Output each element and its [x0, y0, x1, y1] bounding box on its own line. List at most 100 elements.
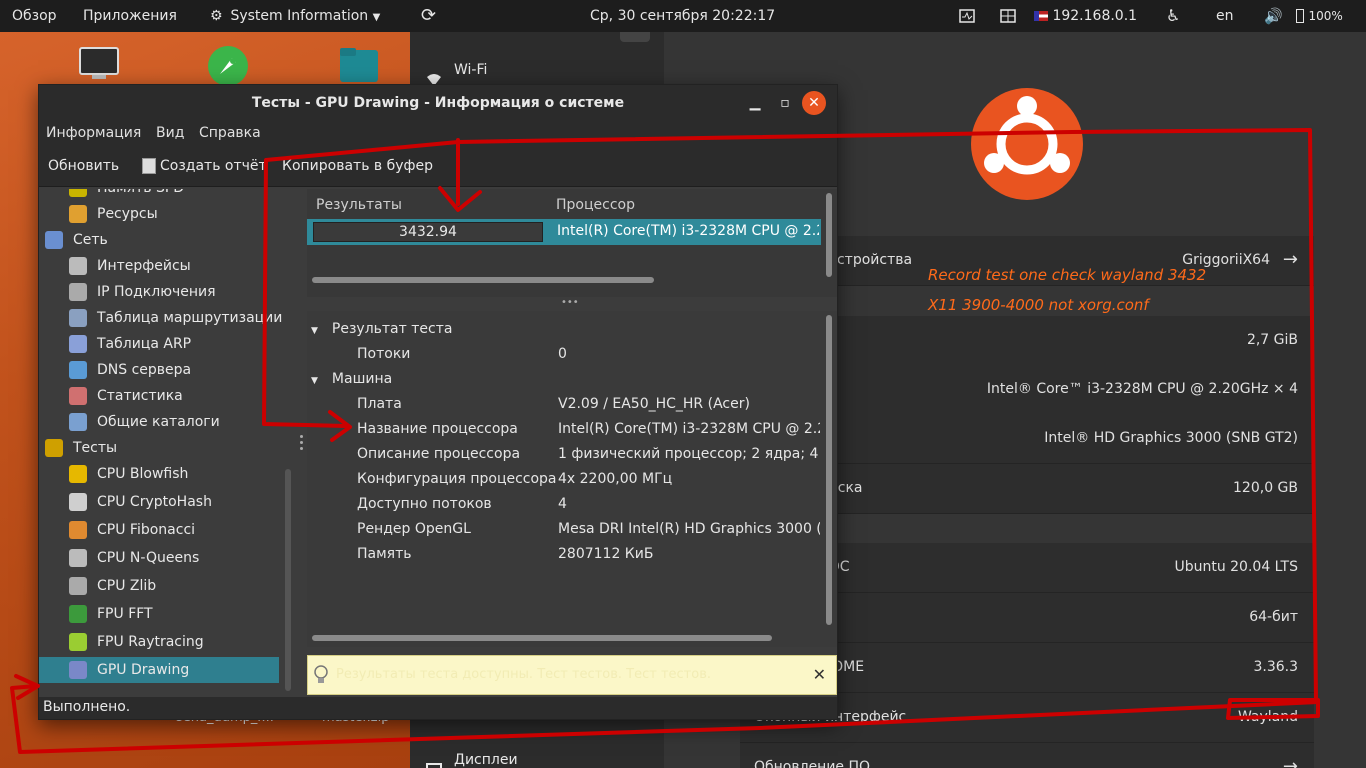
- tree-item[interactable]: Ресурсы: [39, 201, 279, 227]
- applications-button[interactable]: Приложения: [83, 0, 177, 32]
- dns-icon: [69, 361, 87, 379]
- col-cpu-header[interactable]: Процессор: [556, 197, 635, 213]
- statistics-icon: [69, 387, 87, 405]
- menu-bar: Информация Вид Справка: [39, 121, 837, 147]
- tree-item[interactable]: Память SPD: [39, 189, 279, 201]
- app-menu[interactable]: ⚙ System Information ▼: [210, 0, 380, 32]
- volume-icon[interactable]: 🔊: [1264, 0, 1283, 32]
- network-indicator[interactable]: 192.168.0.1: [1034, 0, 1137, 32]
- tree-item-label: DNS сервера: [97, 362, 192, 378]
- fft-icon: [69, 605, 87, 623]
- about-row[interactable]: Обновление ПО →: [740, 743, 1314, 768]
- title-bar[interactable]: Тесты - GPU Drawing - Информация о систе…: [39, 85, 837, 121]
- section-label: Машина: [331, 371, 393, 387]
- details-label: Память: [357, 546, 412, 562]
- expander-arrow-icon[interactable]: ▼: [311, 376, 318, 386]
- refresh-icon[interactable]: ⟳: [421, 0, 436, 32]
- tree-item[interactable]: Сеть: [39, 227, 279, 253]
- tree-item-label: Тесты: [73, 440, 118, 456]
- copy-button[interactable]: Копировать в буфер: [282, 158, 433, 174]
- details-row[interactable]: Описание процессора 1 физический процессо…: [357, 442, 869, 466]
- tree-item[interactable]: CPU Zlib: [39, 573, 279, 599]
- details-value: 1 физический процессор; 2 ядра; 4 потока: [558, 446, 820, 462]
- about-value: 3.36.3: [1253, 659, 1298, 675]
- maximize-button[interactable]: ▫: [773, 91, 797, 115]
- cryptohash-icon: [69, 493, 87, 511]
- details-row[interactable]: Потоки 0: [357, 342, 869, 366]
- pane-splitter[interactable]: [297, 189, 307, 697]
- close-button[interactable]: ✕: [802, 91, 826, 115]
- create-report-button[interactable]: Создать отчёт: [142, 158, 266, 174]
- tree-item[interactable]: Тесты: [39, 435, 279, 461]
- folder-icon[interactable]: [338, 46, 380, 84]
- tree-item[interactable]: Таблица маршрутизации: [39, 305, 282, 331]
- zlib-icon: [69, 577, 87, 595]
- details-label: Конфигурация процессора: [357, 471, 557, 487]
- gear-icon: ⚙: [210, 8, 223, 24]
- tree-item[interactable]: FPU Raytracing: [39, 629, 279, 655]
- tree-item[interactable]: CPU CryptoHash: [39, 489, 279, 515]
- expander-arrow-icon[interactable]: ▼: [311, 326, 318, 336]
- computer-icon[interactable]: [78, 46, 120, 82]
- details-section[interactable]: ▼ Машина: [311, 367, 823, 391]
- accessibility-icon[interactable]: ♿: [1166, 0, 1180, 32]
- keyboard-layout-icon[interactable]: [1000, 0, 1016, 32]
- network-icon: [45, 231, 63, 249]
- pane-handle[interactable]: •••: [561, 298, 579, 308]
- table-row[interactable]: 3432.94 Intel(R) Core(TM) i3-2328M CPU @…: [307, 219, 821, 245]
- battery-icon: [1296, 9, 1304, 23]
- tree-item[interactable]: Интерфейсы: [39, 253, 279, 279]
- clock[interactable]: Ср, 30 сентября 20:22:17: [590, 0, 775, 32]
- tree-item-label: CPU Zlib: [97, 578, 157, 594]
- menu-info[interactable]: Информация: [46, 125, 141, 141]
- details-row[interactable]: Рендер OpenGL Mesa DRI Intel(R) HD Graphi…: [357, 517, 869, 541]
- rocket-app-icon[interactable]: [206, 44, 250, 88]
- report-icon: [142, 158, 156, 174]
- nqueens-icon: [69, 549, 87, 567]
- battery-indicator[interactable]: 100%: [1296, 0, 1343, 32]
- annotation-line-1: Record test one check wayland 3432: [928, 266, 1207, 284]
- tree-item[interactable]: Таблица ARP: [39, 331, 279, 357]
- tree-scrollbar[interactable]: [285, 469, 291, 691]
- results-table: Результаты Процессор 3432.94 Intel(R) Co…: [307, 189, 837, 297]
- results-vscrollbar[interactable]: [826, 193, 832, 277]
- tree-item[interactable]: CPU N-Queens: [39, 545, 279, 571]
- gpu-drawing-icon: [69, 661, 87, 679]
- details-section[interactable]: ▼ Результат теста: [311, 317, 823, 341]
- tree-item[interactable]: DNS сервера: [39, 357, 279, 383]
- top-bar: Обзор Приложения ⚙ System Information ▼ …: [0, 0, 1366, 32]
- infobar-close-icon[interactable]: ✕: [813, 665, 826, 684]
- flag-icon: [1034, 11, 1048, 21]
- tree-item[interactable]: Статистика: [39, 383, 279, 409]
- tree-item[interactable]: CPU Fibonacci: [39, 517, 279, 543]
- info-bar: Результаты теста доступны. Тест тестов. …: [307, 655, 837, 695]
- tree-item[interactable]: FPU FFT: [39, 601, 279, 627]
- tree-item[interactable]: CPU Blowfish: [39, 461, 279, 487]
- tree-item[interactable]: GPU Drawing: [39, 657, 279, 683]
- menu-view[interactable]: Вид: [156, 125, 184, 141]
- status-text: Выполнено.: [43, 699, 131, 715]
- details-row[interactable]: Плата V2.09 / EA50_HC_HR (Acer): [357, 392, 869, 416]
- about-value: 64-бит: [1249, 609, 1298, 625]
- results-hscrollbar[interactable]: [312, 277, 654, 283]
- tree-item[interactable]: IP Подключения: [39, 279, 279, 305]
- system-monitor-icon[interactable]: [959, 0, 975, 32]
- sidebar-item-displays[interactable]: Дисплеи: [410, 738, 664, 768]
- details-row[interactable]: Доступно потоков 4: [357, 492, 869, 516]
- activities-button[interactable]: Обзор: [12, 0, 57, 32]
- minimize-button[interactable]: ▁: [743, 91, 767, 115]
- details-row[interactable]: Память 2807112 КиБ: [357, 542, 869, 566]
- benchmarks-icon: [45, 439, 63, 457]
- refresh-button[interactable]: Обновить: [48, 158, 119, 174]
- details-value: Mesa DRI Intel(R) HD Graphics 3000 (SNB …: [558, 521, 820, 537]
- col-results-header[interactable]: Результаты: [316, 197, 402, 213]
- details-row[interactable]: Название процессора Intel(R) Core(TM) i3-…: [357, 417, 869, 441]
- tree-item-label: CPU N-Queens: [97, 550, 200, 566]
- language-indicator[interactable]: en: [1216, 0, 1234, 32]
- window-title: Тесты - GPU Drawing - Информация о систе…: [251, 95, 625, 111]
- menu-help[interactable]: Справка: [199, 125, 261, 141]
- arp-table-icon: [69, 335, 87, 353]
- tree-item[interactable]: Общие каталоги: [39, 409, 279, 435]
- details-row[interactable]: Конфигурация процессора 4x 2200,00 МГц: [357, 467, 869, 491]
- details-hscrollbar[interactable]: [312, 635, 772, 641]
